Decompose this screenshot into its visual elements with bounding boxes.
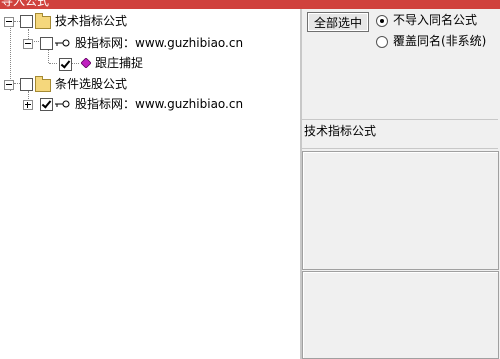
- formula-icon: [81, 58, 91, 68]
- tree-node-label: 跟庄捕捉: [95, 56, 144, 70]
- tree-node-label: 股指标网：www.guzhibiao.cn: [75, 97, 244, 111]
- folder-icon: [35, 13, 51, 29]
- tree-node-follow-capture[interactable]: 跟庄捕捉: [0, 56, 160, 74]
- preview-panel: [302, 271, 499, 359]
- collapse-icon[interactable]: [23, 39, 33, 49]
- description-panel: [302, 151, 499, 270]
- guzhibiao-conditional-checkbox[interactable]: [40, 98, 53, 111]
- tree-node-guzhibiao-conditional[interactable]: 股指标网：www.guzhibiao.cn: [0, 96, 260, 114]
- title-bar: 导入公式: [0, 0, 500, 9]
- key-icon: [55, 39, 70, 47]
- technical-indicators-checkbox[interactable]: [20, 15, 33, 28]
- tree-node-label: 技术指标公式: [55, 14, 128, 28]
- follow-capture-checkbox[interactable]: [59, 58, 72, 71]
- window-title: 导入公式: [1, 0, 50, 8]
- category-header: 技术指标公式: [302, 119, 498, 149]
- overwrite-duplicates-label: 覆盖同名(非系统): [393, 34, 487, 48]
- select-all-button[interactable]: 全部选中: [307, 12, 369, 32]
- tree-node-label: 条件选股公式: [55, 77, 128, 91]
- category-label: 技术指标公式: [304, 124, 377, 138]
- tree-node-guzhibiao-technical[interactable]: 股指标网：www.guzhibiao.cn: [0, 35, 260, 53]
- conditional-stock-selection-checkbox[interactable]: [20, 78, 33, 91]
- folder-icon: [35, 76, 51, 92]
- key-icon: [55, 100, 70, 108]
- radio-selected-icon[interactable]: [376, 15, 388, 27]
- guzhibiao-technical-checkbox[interactable]: [40, 37, 53, 50]
- tree-node-technical-indicators[interactable]: 技术指标公式: [0, 13, 160, 31]
- collapse-icon[interactable]: [4, 80, 14, 90]
- formula-tree[interactable]: 技术指标公式 股指标网：www.guzhibiao.cn 跟庄捕捉 条件选股公式: [0, 9, 300, 359]
- skip-duplicates-label: 不导入同名公式: [393, 13, 478, 27]
- tree-node-conditional-stock-selection[interactable]: 条件选股公式: [0, 76, 160, 94]
- radio-unselected-icon[interactable]: [376, 36, 388, 48]
- tree-node-label: 股指标网：www.guzhibiao.cn: [75, 36, 244, 50]
- options-pane: 全部选中 不导入同名公式 覆盖同名(非系统) 技术指标公式: [302, 9, 500, 359]
- collapse-icon[interactable]: [4, 17, 14, 27]
- expand-icon[interactable]: [23, 100, 33, 110]
